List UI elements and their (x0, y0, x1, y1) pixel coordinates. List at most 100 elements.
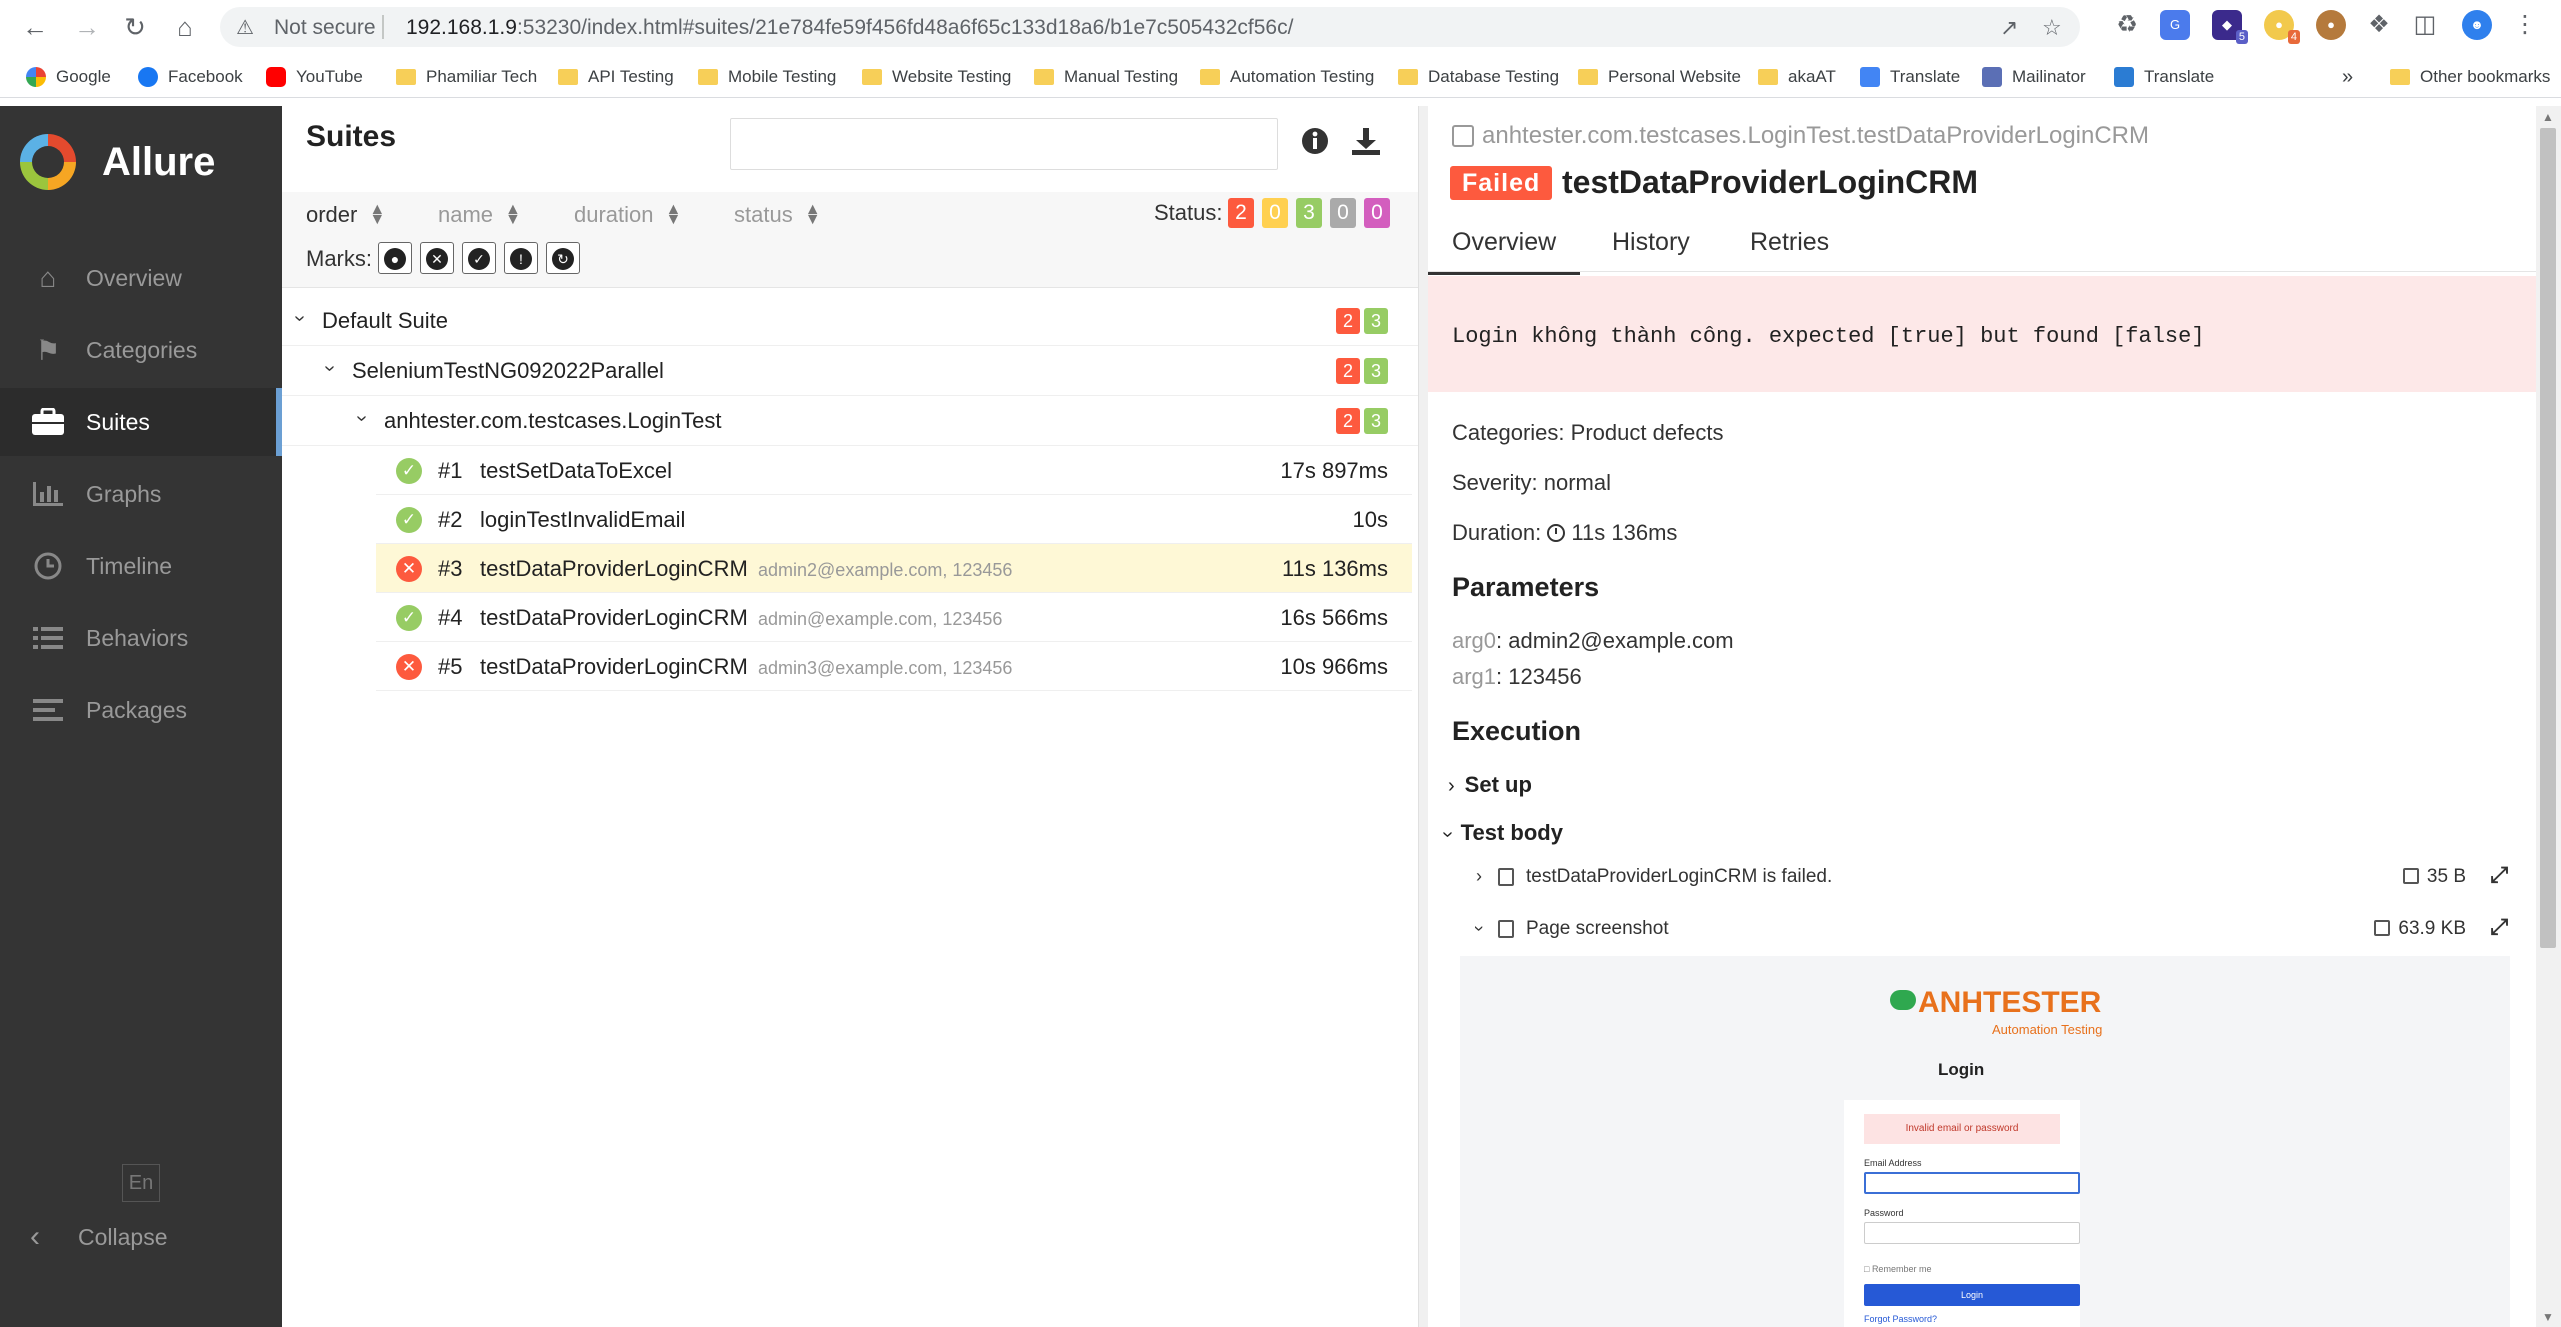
address-bar[interactable]: ⚠ Not secure 192.168.1.9:53230/index.htm… (220, 7, 2080, 47)
share-icon[interactable]: ↗ (2000, 15, 2018, 41)
test-case-row[interactable]: ✓ #1 testSetDataToExcel 17s 897ms (376, 446, 1412, 495)
sort-name[interactable]: name ▲ ▼ (438, 202, 521, 228)
sidebar-item-suites[interactable]: Suites (0, 388, 282, 456)
mark-retries-toggle[interactable]: ↻ (546, 242, 580, 274)
bookmark-manual-testing[interactable]: Manual Testing (1034, 65, 1178, 89)
status-unknown-toggle[interactable]: 0 (1364, 198, 1390, 228)
back-arrow-icon[interactable]: ← (18, 10, 52, 44)
home-icon[interactable]: ⌂ (168, 10, 202, 44)
tree-node-default-suite[interactable]: › Default Suite 2 3 (282, 296, 1418, 346)
forward-arrow-icon[interactable]: → (70, 10, 104, 44)
bookmark-website-testing[interactable]: Website Testing (862, 65, 1011, 89)
sidebar-item-categories[interactable]: ⚑ Categories (0, 316, 282, 384)
sidebar-item-label: Packages (86, 696, 188, 723)
test-case-row[interactable]: ✕ #5 testDataProviderLoginCRM admin3@exa… (376, 642, 1412, 691)
bookmark-api-testing[interactable]: API Testing (558, 65, 674, 89)
pane-resize-handle[interactable] (1418, 106, 1428, 1327)
puzzle-extensions-icon[interactable]: ❖ (2364, 10, 2394, 40)
download-icon[interactable] (1350, 126, 1382, 163)
login-button: Login (1864, 1284, 2080, 1306)
test-case-row[interactable]: ✓ #2 loginTestInvalidEmail 10s (376, 495, 1412, 544)
test-title: testDataProviderLoginCRM (1562, 164, 1979, 200)
translate-extension-icon[interactable]: G (2160, 10, 2190, 40)
bookmark-mailinator[interactable]: Mailinator (1982, 65, 2086, 89)
profile-avatar[interactable]: ☻ (2462, 10, 2492, 40)
collapse-button[interactable]: ‹ Collapse (30, 1220, 168, 1254)
password-label: Password (1864, 1208, 1904, 1218)
status-broken-toggle[interactable]: 0 (1262, 198, 1288, 228)
test-case-row[interactable]: ✓ #4 testDataProviderLoginCRM admin@exam… (376, 593, 1412, 642)
sidebar-item-packages[interactable]: Packages (0, 676, 282, 744)
status-failed-toggle[interactable]: 2 (1228, 198, 1254, 228)
bookmark-facebook[interactable]: Facebook (138, 65, 243, 89)
tab-retries[interactable]: Retries (1750, 228, 1829, 257)
bookmark-other[interactable]: Other bookmarks (2390, 65, 2550, 89)
bookmark-mobile-testing[interactable]: Mobile Testing (698, 65, 836, 89)
sidebar-item-timeline[interactable]: Timeline (0, 532, 282, 600)
browser-toolbar: ← → ↻ ⌂ ⚠ Not secure 192.168.1.9:53230/i… (0, 0, 2561, 54)
status-skipped-toggle[interactable]: 0 (1330, 198, 1356, 228)
search-input[interactable] (730, 118, 1278, 170)
sort-status[interactable]: status ▲ ▼ (734, 202, 821, 228)
test-name: loginTestInvalidEmail (480, 507, 686, 532)
attachment-row[interactable]: › Page screenshot 63.9 KB ⤢ (1470, 910, 2526, 950)
clock-icon (1547, 524, 1566, 542)
vertical-scrollbar[interactable]: ▲ ▼ (2536, 106, 2561, 1327)
exclamation-circle-icon: ! (510, 248, 532, 271)
scrollbar-thumb[interactable] (2540, 128, 2556, 948)
sort-duration[interactable]: duration ▲ ▼ (574, 202, 681, 228)
duration-field: Duration: 11s 136ms (1452, 520, 1678, 545)
tree-node-parallel-suite[interactable]: › SeleniumTestNG092022Parallel 2 3 (282, 346, 1418, 396)
allure-logo[interactable]: Allure (20, 134, 215, 190)
expand-icon[interactable]: ⤢ (2490, 914, 2508, 940)
tree-node-login-test[interactable]: › anhtester.com.testcases.LoginTest 2 3 (282, 396, 1418, 446)
bookmark-translate-2[interactable]: Translate (2114, 65, 2214, 89)
x-circle-icon: ✕ (426, 248, 448, 271)
bookmark-database-testing[interactable]: Database Testing (1398, 65, 1559, 89)
copy-icon[interactable] (1452, 125, 1474, 147)
info-icon[interactable] (1300, 126, 1330, 163)
kebab-menu-icon[interactable]: ⋮ (2510, 10, 2540, 40)
mark-new-broken-toggle[interactable]: ! (504, 242, 538, 274)
sidebar-item-overview[interactable]: ⌂ Overview (0, 244, 282, 312)
reload-icon[interactable]: ↻ (118, 10, 152, 44)
bookmark-youtube[interactable]: YouTube (266, 65, 363, 89)
star-icon[interactable]: ☆ (2042, 15, 2062, 41)
bookmark-google[interactable]: Google (26, 65, 111, 89)
language-button[interactable]: En (122, 1164, 160, 1202)
graduation-extension-icon[interactable]: ◆ 5 (2212, 10, 2248, 44)
sidebar-item-behaviors[interactable]: Behaviors (0, 604, 282, 672)
scroll-up-arrow-icon[interactable]: ▲ (2542, 110, 2554, 124)
bookmark-phamiliar-tech[interactable]: Phamiliar Tech (396, 65, 537, 89)
folder-icon (1200, 69, 1220, 85)
recycle-extension-icon[interactable]: ♻ (2112, 10, 2142, 40)
sort-order[interactable]: order ▲ ▼ (306, 202, 385, 228)
mark-new-failed-toggle[interactable]: ✕ (420, 242, 454, 274)
bookmark-akaat[interactable]: akaAT (1758, 65, 1836, 89)
tab-overview[interactable]: Overview (1428, 228, 1581, 275)
folder-icon (1398, 69, 1418, 85)
attachment-row[interactable]: › testDataProviderLoginCRM is failed. 35… (1476, 858, 2526, 898)
expand-icon[interactable]: ⤢ (2490, 862, 2508, 888)
chevron-down-icon: › (1469, 925, 1490, 932)
mark-flaky-toggle[interactable]: ● (378, 242, 412, 274)
bookmark-automation-testing[interactable]: Automation Testing (1200, 65, 1374, 89)
marks-label: Marks: (306, 246, 372, 271)
test-body-step[interactable]: ›Test body (1437, 820, 1563, 846)
url-text[interactable]: 192.168.1.9:53230/index.html#suites/21e7… (406, 16, 1293, 40)
sidebar-item-graphs[interactable]: Graphs (0, 460, 282, 528)
bookmark-translate[interactable]: Translate (1860, 65, 1960, 89)
setup-step[interactable]: › Set up (1448, 772, 1532, 798)
side-panel-icon[interactable]: ◫ (2410, 10, 2440, 40)
bookmark-personal-website[interactable]: Personal Website (1578, 65, 1741, 89)
bulb-extension-icon[interactable]: ● 4 (2264, 10, 2300, 44)
more-bookmarks-button[interactable]: » (2342, 65, 2353, 89)
cookie-extension-icon[interactable]: ● (2316, 10, 2346, 40)
check-circle-icon: ✓ (468, 248, 490, 271)
status-passed-toggle[interactable]: 3 (1296, 198, 1322, 228)
test-case-row-selected[interactable]: ✕ #3 testDataProviderLoginCRM admin2@exa… (376, 544, 1412, 593)
tab-history[interactable]: History (1612, 228, 1690, 257)
scroll-down-arrow-icon[interactable]: ▼ (2542, 1310, 2554, 1324)
mark-new-passed-toggle[interactable]: ✓ (462, 242, 496, 274)
result-tabs: Overview History Retries (1428, 216, 2536, 275)
